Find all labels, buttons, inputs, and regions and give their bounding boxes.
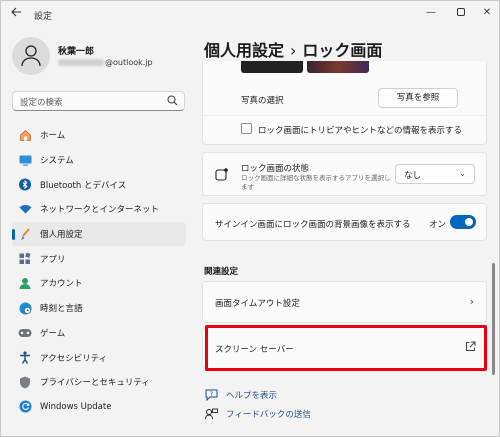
- sidebar-item-apps[interactable]: アプリ: [12, 246, 186, 271]
- search-icon: [167, 95, 178, 109]
- lock-screen-status-card: ロック画面の状態 ロック画面に詳細な状態を表示するアプリを選択します なし ⌄: [202, 152, 487, 196]
- dropdown-value: なし: [404, 171, 422, 181]
- globe-clock-icon: [18, 301, 32, 315]
- title-bar: 設定 — ✕: [1, 1, 499, 27]
- signin-background-label: サインイン画面にロック画面の背景画像を表示する: [215, 220, 411, 230]
- maximize-icon: [457, 8, 465, 16]
- screen-saver-card[interactable]: スクリーン セーバー: [202, 327, 487, 369]
- sidebar-item-label: ホーム: [40, 131, 66, 142]
- account-icon: [18, 276, 32, 290]
- bluetooth-icon: [18, 178, 32, 192]
- chevron-down-icon: ⌄: [459, 169, 466, 178]
- sidebar-item-home[interactable]: ホーム: [12, 123, 186, 148]
- status-title: ロック画面の状態: [241, 164, 310, 174]
- update-icon: [18, 400, 32, 414]
- sidebar-item-time-language[interactable]: 時刻と言語: [12, 296, 186, 321]
- feedback-icon: [204, 408, 218, 420]
- sidebar-item-label: 個人用設定: [40, 230, 83, 241]
- toggle-knob: [465, 218, 473, 226]
- accessibility-icon: [18, 351, 32, 365]
- sidebar-item-label: Windows Update: [40, 401, 112, 412]
- gamepad-icon: [18, 326, 32, 340]
- window-title: 設定: [34, 12, 53, 22]
- help-icon: ?: [204, 389, 218, 401]
- search-placeholder: 設定の検索: [20, 98, 63, 108]
- screen-timeout-card[interactable]: 画面タイムアウト設定 ›: [202, 281, 487, 323]
- tips-checkbox[interactable]: [241, 123, 252, 134]
- sidebar-item-personalization[interactable]: 個人用設定: [12, 221, 186, 247]
- person-icon: [21, 45, 41, 67]
- tips-checkbox-label: ロック画面にトリビアやヒントなどの情報を表示する: [258, 126, 463, 136]
- breadcrumb: 個人用設定 › ロック画面: [204, 37, 382, 61]
- help-link-label: ヘルプを表示: [226, 391, 278, 401]
- breadcrumb-separator: ›: [290, 41, 297, 60]
- signin-background-toggle[interactable]: [450, 215, 476, 229]
- status-app-dropdown[interactable]: なし ⌄: [395, 164, 475, 184]
- sidebar-item-label: アプリ: [40, 254, 66, 265]
- recent-photo-thumbnail[interactable]: [307, 61, 369, 73]
- external-link-icon: [465, 341, 476, 355]
- close-button[interactable]: ✕: [476, 5, 498, 21]
- sidebar-item-label: 時刻と言語: [40, 304, 83, 315]
- sidebar-item-network[interactable]: ネットワークとインターネット: [12, 197, 186, 222]
- sidebar-item-privacy[interactable]: プライバシーとセキュリティ: [12, 370, 186, 395]
- redacted-email-part: [58, 59, 104, 66]
- browse-photos-button[interactable]: 写真を参照: [378, 88, 458, 108]
- photo-select-label: 写真の選択: [241, 96, 284, 106]
- related-settings-heading: 関連設定: [204, 267, 239, 277]
- sidebar-item-label: Bluetooth とデバイス: [40, 180, 127, 191]
- lock-screen-background-card: 写真の選択 写真を参照 ロック画面にトリビアやヒントなどの情報を表示する: [202, 61, 487, 145]
- system-icon: [18, 153, 32, 167]
- sidebar-item-windows-update[interactable]: Windows Update: [12, 395, 186, 420]
- avatar: [12, 37, 50, 75]
- sidebar-item-label: ゲーム: [40, 328, 66, 339]
- sidebar-item-accounts[interactable]: アカウント: [12, 271, 186, 296]
- svg-text:?: ?: [209, 391, 212, 398]
- minimize-button[interactable]: —: [420, 5, 442, 21]
- sidebar-nav: ホーム システム Bluetooth とデバイス ネットワークとインターネット …: [12, 123, 186, 419]
- home-icon: [18, 128, 32, 142]
- screen-timeout-label: 画面タイムアウト設定: [215, 299, 300, 309]
- brush-icon: [18, 227, 32, 241]
- apps-icon: [18, 252, 32, 266]
- sidebar-item-label: ネットワークとインターネット: [40, 205, 160, 216]
- feedback-link-label: フィードバックの送信: [226, 410, 311, 420]
- screen-saver-label: スクリーン セーバー: [215, 345, 294, 355]
- maximize-button[interactable]: [450, 5, 472, 21]
- sidebar-item-label: システム: [40, 156, 74, 167]
- shield-icon: [18, 375, 32, 389]
- user-name: 秋葉一郎: [58, 47, 95, 57]
- chevron-right-icon: ›: [469, 295, 474, 308]
- page-title: ロック画面: [302, 41, 383, 60]
- sidebar-item-label: アクセシビリティ: [40, 353, 108, 364]
- wifi-icon: [18, 202, 32, 216]
- divider: [203, 115, 486, 116]
- sidebar-item-bluetooth[interactable]: Bluetooth とデバイス: [12, 172, 186, 197]
- recent-photo-thumbnail[interactable]: [241, 61, 303, 73]
- sidebar-item-accessibility[interactable]: アクセシビリティ: [12, 345, 186, 370]
- feedback-link[interactable]: フィードバックの送信: [204, 408, 311, 420]
- sidebar-item-label: アカウント: [40, 279, 83, 290]
- breadcrumb-parent[interactable]: 個人用設定: [204, 41, 284, 60]
- signin-background-card: サインイン画面にロック画面の背景画像を表示する オン: [202, 203, 487, 241]
- sidebar-item-gaming[interactable]: ゲーム: [12, 321, 186, 346]
- arrow-left-icon: [11, 7, 21, 17]
- scrollbar[interactable]: [492, 263, 495, 375]
- sidebar-item-label: プライバシーとセキュリティ: [40, 378, 150, 389]
- help-link[interactable]: ? ヘルプを表示: [204, 389, 277, 401]
- sidebar-item-system[interactable]: システム: [12, 148, 186, 173]
- settings-window: 設定 — ✕ 秋葉一郎 @outlook.jp 設定の検索 ホーム システム B…: [0, 0, 500, 437]
- back-button[interactable]: [11, 7, 22, 20]
- toggle-state-label: オン: [429, 220, 447, 230]
- search-input[interactable]: 設定の検索: [12, 91, 185, 111]
- user-email: @outlook.jp: [58, 58, 153, 67]
- lock-status-icon: [215, 168, 228, 184]
- status-description: ロック画面に詳細な状態を表示するアプリを選択します: [241, 174, 391, 191]
- active-indicator: [12, 228, 15, 240]
